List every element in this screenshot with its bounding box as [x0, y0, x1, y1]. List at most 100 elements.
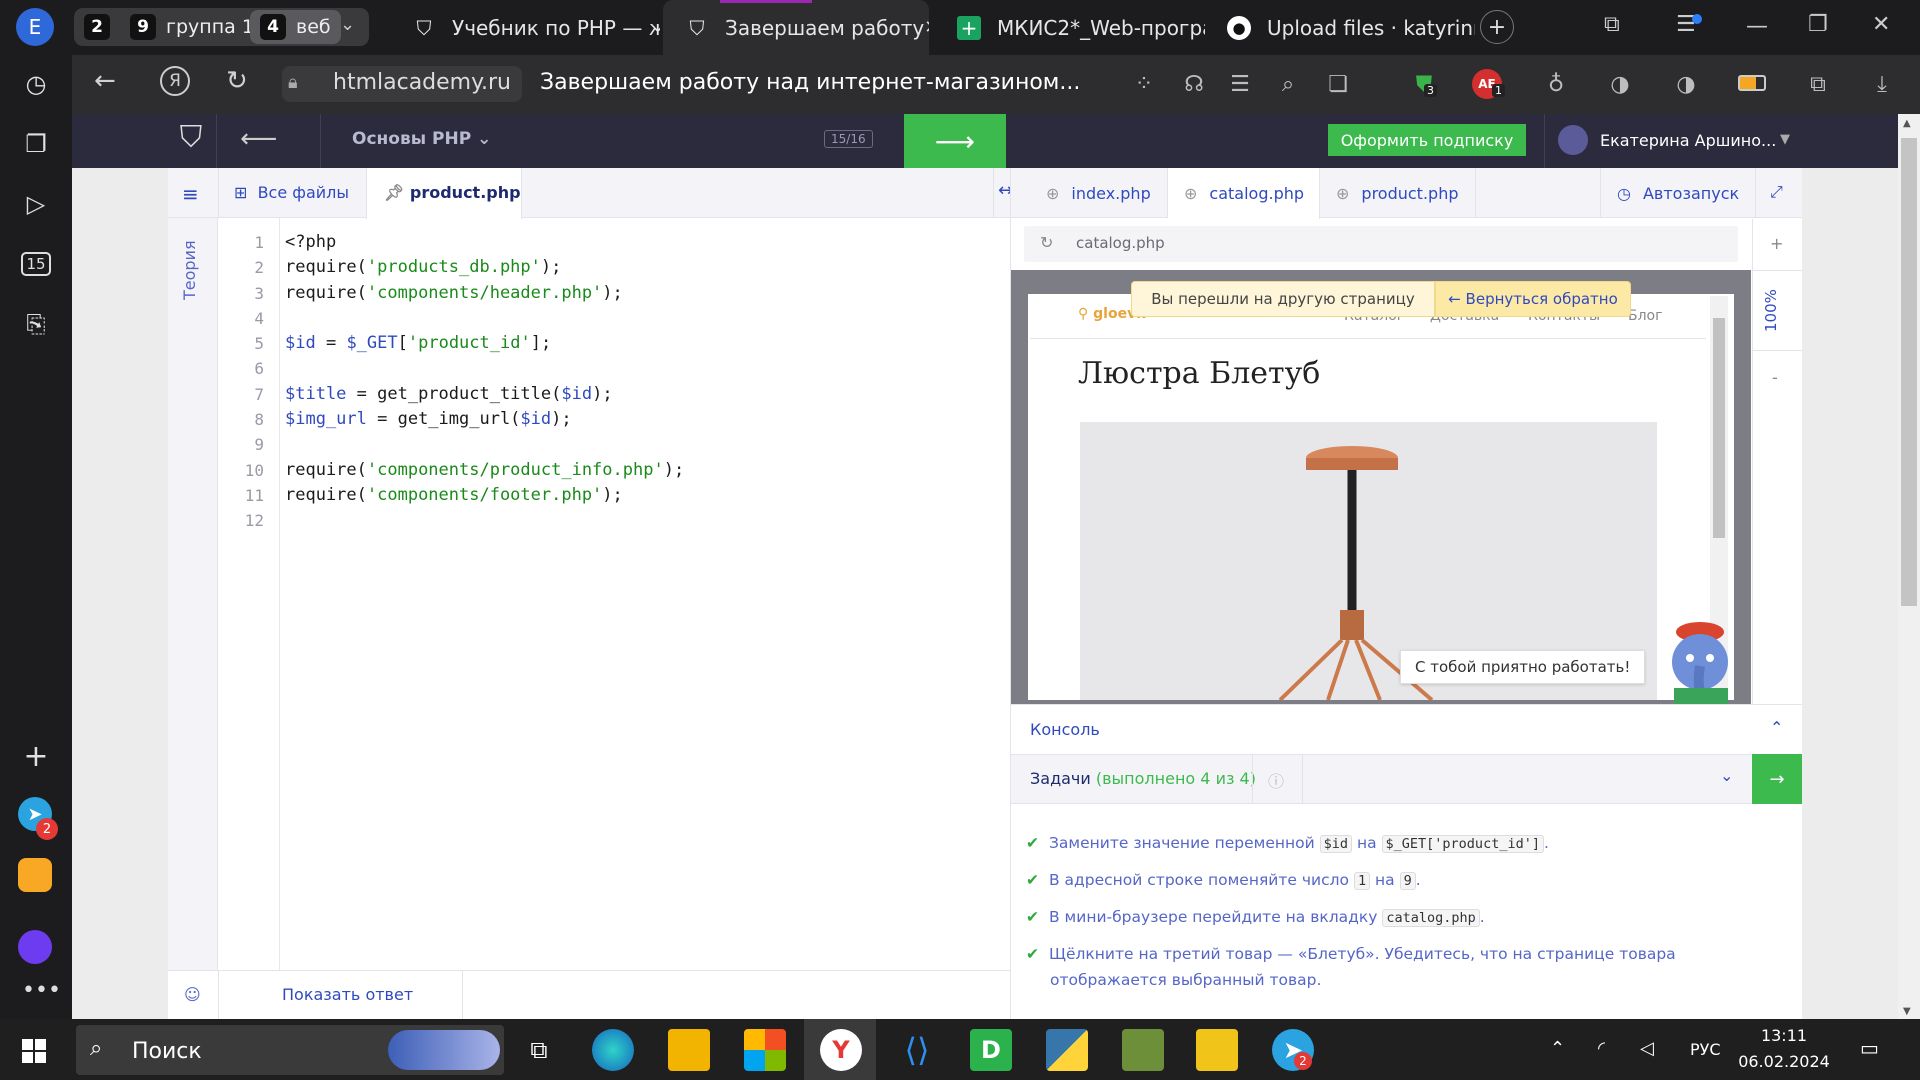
close-window-icon[interactable]: ✕ [1872, 12, 1890, 37]
tab-index-php[interactable]: ⊕ index.php [1030, 168, 1168, 218]
alice-icon[interactable] [18, 930, 52, 964]
download-icon[interactable]: ⤓ [1866, 68, 1898, 100]
tools-icon[interactable] [1196, 1029, 1238, 1071]
user-name[interactable]: Екатерина Аршино... [1600, 131, 1776, 150]
user-menu-icon[interactable]: ▼ [1780, 132, 1790, 147]
screenshot-icon[interactable]: ⎘ [16, 304, 56, 344]
bookmark-icon[interactable]: ❏ [1322, 68, 1354, 100]
show-answer-button[interactable]: Показать ответ [282, 985, 413, 1004]
clock-time[interactable]: 13:11 [1738, 1026, 1830, 1045]
new-tab-button[interactable]: + [1480, 10, 1514, 44]
next-button[interactable]: ⟶ [904, 114, 1006, 168]
progress-counter: 15/16 [824, 130, 873, 148]
apps-icon[interactable]: ⁘ [1128, 68, 1160, 100]
subscribe-button[interactable]: Оформить подписку [1328, 124, 1526, 156]
avatar[interactable] [1558, 125, 1588, 155]
dbeaver-icon[interactable]: D [970, 1029, 1012, 1071]
check-icon: ✔ [1026, 945, 1039, 963]
tab-php-tutorial[interactable]: ⛉ Учебник по PHP — жу [390, 0, 661, 55]
menu-icon[interactable]: ≡ [182, 182, 199, 206]
more-icon[interactable]: ••• [22, 978, 61, 1003]
hint-icon[interactable]: ☺ [184, 985, 201, 1004]
language-indicator[interactable]: РУС [1690, 1040, 1721, 1059]
yandex-icon[interactable]: Я [160, 66, 190, 96]
zoom-in-button[interactable]: + [1770, 234, 1783, 253]
site-nav-blog[interactable]: Блог [1628, 308, 1662, 324]
autorun-toggle[interactable]: ◷ Автозапуск [1600, 168, 1756, 218]
tasks-header[interactable]: Задачи (выполнено 4 из 4) [1030, 769, 1256, 788]
group-1[interactable]: 2 [84, 14, 110, 40]
calendar-icon[interactable]: 15 [16, 244, 56, 284]
prev-arrow-icon[interactable]: ⟵ [240, 124, 277, 154]
explorer-icon[interactable] [668, 1029, 710, 1071]
vscode-icon[interactable]: ⟨⟩ [896, 1029, 938, 1071]
wifi-icon[interactable]: ◜ [1598, 1038, 1605, 1059]
all-files-tab[interactable]: ⊞ Все файлы [234, 183, 349, 202]
globe-icon: ⊕ [1184, 184, 1198, 203]
app-icon[interactable] [1122, 1029, 1164, 1071]
extensions-icon[interactable]: ⧉ [1802, 68, 1834, 100]
chevron-down-icon[interactable]: ⌄ [1720, 766, 1733, 785]
mail-icon[interactable] [18, 858, 52, 892]
tabs-icon[interactable]: ⧉ [1604, 12, 1620, 37]
start-button[interactable] [22, 1039, 46, 1063]
go-back-button[interactable]: ← Вернуться обратно [1435, 281, 1631, 317]
tab-github[interactable]: ● Upload files · katyrinne [1205, 0, 1475, 55]
product-title: Люстра Блетуб [1078, 356, 1321, 391]
reader-icon[interactable]: ☰ [1224, 68, 1256, 100]
logo-icon[interactable]: ⛉ [174, 120, 208, 160]
page-scrollbar[interactable]: ▲ ▼ [1898, 114, 1920, 1019]
store-icon[interactable] [744, 1029, 786, 1071]
next-task-button[interactable]: → [1752, 754, 1802, 804]
add-icon[interactable]: + [16, 736, 56, 776]
tab-mkis[interactable]: +МКИС2*_Web-програм [935, 0, 1205, 55]
info-icon[interactable]: ⓘ [1268, 768, 1284, 792]
expand-icon[interactable]: ⤢ [1770, 182, 1783, 202]
history-icon[interactable]: ◷ [16, 64, 56, 104]
task-view-icon[interactable]: ⧉ [518, 1029, 560, 1071]
console-bar[interactable] [1011, 704, 1802, 754]
tab-catalog-php[interactable]: ⊕ catalog.php [1168, 168, 1320, 219]
theory-toggle[interactable]: Теория [180, 240, 199, 300]
chevron-up-icon[interactable]: ⌃ [1770, 718, 1783, 737]
chevron-down-icon: ⌄ [477, 129, 492, 149]
page-margin-right [1802, 168, 1898, 1019]
ext-icon-a[interactable]: ◑ [1604, 68, 1636, 100]
minimize-icon[interactable]: — [1746, 14, 1768, 39]
yandex-browser-icon[interactable]: Y [820, 1029, 862, 1071]
python-icon[interactable] [1046, 1029, 1088, 1071]
console-label[interactable]: Консоль [1030, 720, 1100, 739]
task-item: ✔ Щёлкните на третий товар — «Блетуб». Уб… [1026, 945, 1676, 989]
bulb-icon[interactable]: ♁ [1540, 68, 1572, 100]
code-editor[interactable]: <?php require('products_db.php'); requir… [285, 230, 684, 508]
edge-icon[interactable] [592, 1029, 634, 1071]
url-domain[interactable]: htmlacademy.ru [333, 70, 511, 95]
tab-active[interactable]: ⛉Завершаем работу✕ [663, 0, 929, 55]
tab-product-php-preview[interactable]: ⊕ product.php [1320, 168, 1476, 218]
code-line: <?php [285, 232, 337, 252]
close-icon[interactable]: ✕ [924, 17, 929, 38]
group-3[interactable]: 4 веб [250, 10, 341, 44]
divider [1752, 350, 1802, 351]
course-dropdown[interactable]: Основы PHP ⌄ [352, 129, 491, 149]
maximize-icon[interactable]: ❐ [1808, 12, 1828, 37]
volume-icon[interactable]: ◁ [1640, 1038, 1654, 1059]
search-icon[interactable]: ⌕ [1272, 68, 1304, 100]
back-icon[interactable]: ← [94, 66, 116, 96]
group-2[interactable]: 9 группа 1 [130, 14, 254, 40]
ext-icon-b[interactable]: ◑ [1670, 68, 1702, 100]
preview-url[interactable]: catalog.php [1076, 234, 1165, 252]
headphones-icon[interactable]: ☊ [1178, 68, 1210, 100]
refresh-icon[interactable]: ↻ [1040, 233, 1053, 252]
zoom-out-button[interactable]: - [1772, 368, 1778, 387]
profile-avatar[interactable]: E [16, 8, 54, 46]
video-icon[interactable]: ▷ [16, 184, 56, 224]
check-icon: ✔ [1026, 908, 1039, 926]
chevron-up-icon[interactable]: ⌃ [1550, 1038, 1565, 1059]
reload-icon[interactable]: ↻ [226, 66, 248, 96]
chevron-down-icon[interactable]: ⌄ [340, 14, 355, 35]
battery-icon[interactable] [1738, 75, 1766, 91]
clock-date[interactable]: 06.02.2024 [1738, 1052, 1830, 1071]
collections-icon[interactable]: ❐ [16, 124, 56, 164]
notifications-icon[interactable]: ▭ [1860, 1036, 1879, 1060]
